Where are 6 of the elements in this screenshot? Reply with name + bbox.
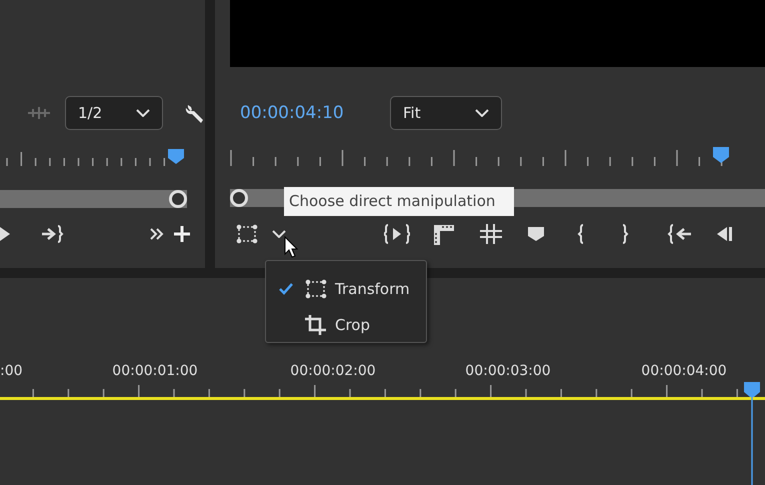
time-label: 00:00:03:00 bbox=[465, 363, 551, 379]
time-label: :00 bbox=[0, 363, 23, 379]
time-label: 00:00:01:00 bbox=[112, 363, 198, 379]
time-label: 00:00:02:00 bbox=[290, 363, 376, 379]
tooltip: Choose direct manipulation bbox=[284, 187, 514, 216]
time-label: 00:00:04:00 bbox=[641, 363, 727, 379]
